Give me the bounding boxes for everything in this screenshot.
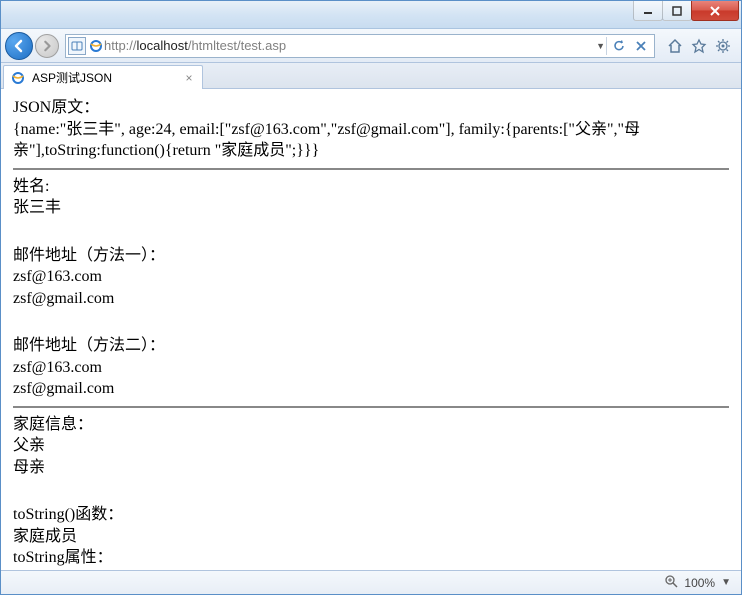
email1-line1: zsf@163.com (13, 266, 729, 288)
email1-label: 邮件地址（方法一）： (13, 245, 729, 267)
address-bar[interactable]: http://localhost/htmltest/test.asp ▼ (65, 34, 655, 58)
maximize-button[interactable] (662, 1, 692, 21)
divider (13, 168, 729, 170)
forward-button[interactable] (35, 34, 59, 58)
tools-icon[interactable] (715, 38, 731, 54)
tostring-fn-value: 家庭成员 (13, 526, 729, 548)
back-button[interactable] (5, 32, 33, 60)
ie-logo-icon (88, 38, 104, 54)
zoom-level[interactable]: 100% (684, 576, 715, 590)
status-bar: 100% ▼ (1, 570, 741, 594)
toolbar-right (661, 38, 737, 54)
titlebar[interactable] (1, 1, 741, 29)
divider (13, 406, 729, 408)
family-line2: 母亲 (13, 457, 729, 479)
favorites-icon[interactable] (691, 38, 707, 54)
url-prefix: http:// (104, 38, 137, 53)
dropdown-icon[interactable]: ▼ (596, 41, 605, 51)
family-label: 家庭信息： (13, 414, 729, 436)
json-text: {name:"张三丰", age:24, email:["zsf@163.com… (13, 119, 729, 162)
refresh-button[interactable] (608, 36, 630, 56)
navigation-bar: http://localhost/htmltest/test.asp ▼ (1, 29, 741, 63)
url-text[interactable]: http://localhost/htmltest/test.asp (104, 38, 596, 53)
email1-line2: zsf@gmail.com (13, 288, 729, 310)
json-label: JSON原文： (13, 97, 729, 119)
url-path: /htmltest/test.asp (188, 38, 286, 53)
zoom-icon[interactable] (664, 574, 678, 591)
name-label: 姓名: (13, 176, 729, 198)
tostring-fn-label: toString()函数： (13, 504, 729, 526)
url-host: localhost (137, 38, 188, 53)
minimize-button[interactable] (633, 1, 663, 21)
family-line1: 父亲 (13, 435, 729, 457)
tostring-prop-label: toString属性： (13, 547, 729, 569)
email2-line1: zsf@163.com (13, 357, 729, 379)
tab-bar: ASP测试JSON × (1, 63, 741, 89)
window-controls (634, 1, 739, 21)
name-value: 张三丰 (13, 197, 729, 219)
email2-label: 邮件地址（方法二）： (13, 335, 729, 357)
email2-line2: zsf@gmail.com (13, 378, 729, 400)
close-button[interactable] (691, 1, 739, 21)
zoom-dropdown-icon[interactable]: ▼ (721, 577, 731, 588)
tab-title: ASP测试JSON (32, 69, 112, 86)
compat-view-icon[interactable] (68, 37, 86, 55)
tab-active[interactable]: ASP测试JSON × (3, 65, 203, 89)
browser-window: http://localhost/htmltest/test.asp ▼ (0, 0, 742, 595)
tab-close-icon[interactable]: × (182, 71, 196, 85)
ie-logo-icon (10, 70, 26, 86)
stop-button[interactable] (630, 36, 652, 56)
home-icon[interactable] (667, 38, 683, 54)
page-content: JSON原文： {name:"张三丰", age:24, email:["zsf… (1, 89, 741, 570)
